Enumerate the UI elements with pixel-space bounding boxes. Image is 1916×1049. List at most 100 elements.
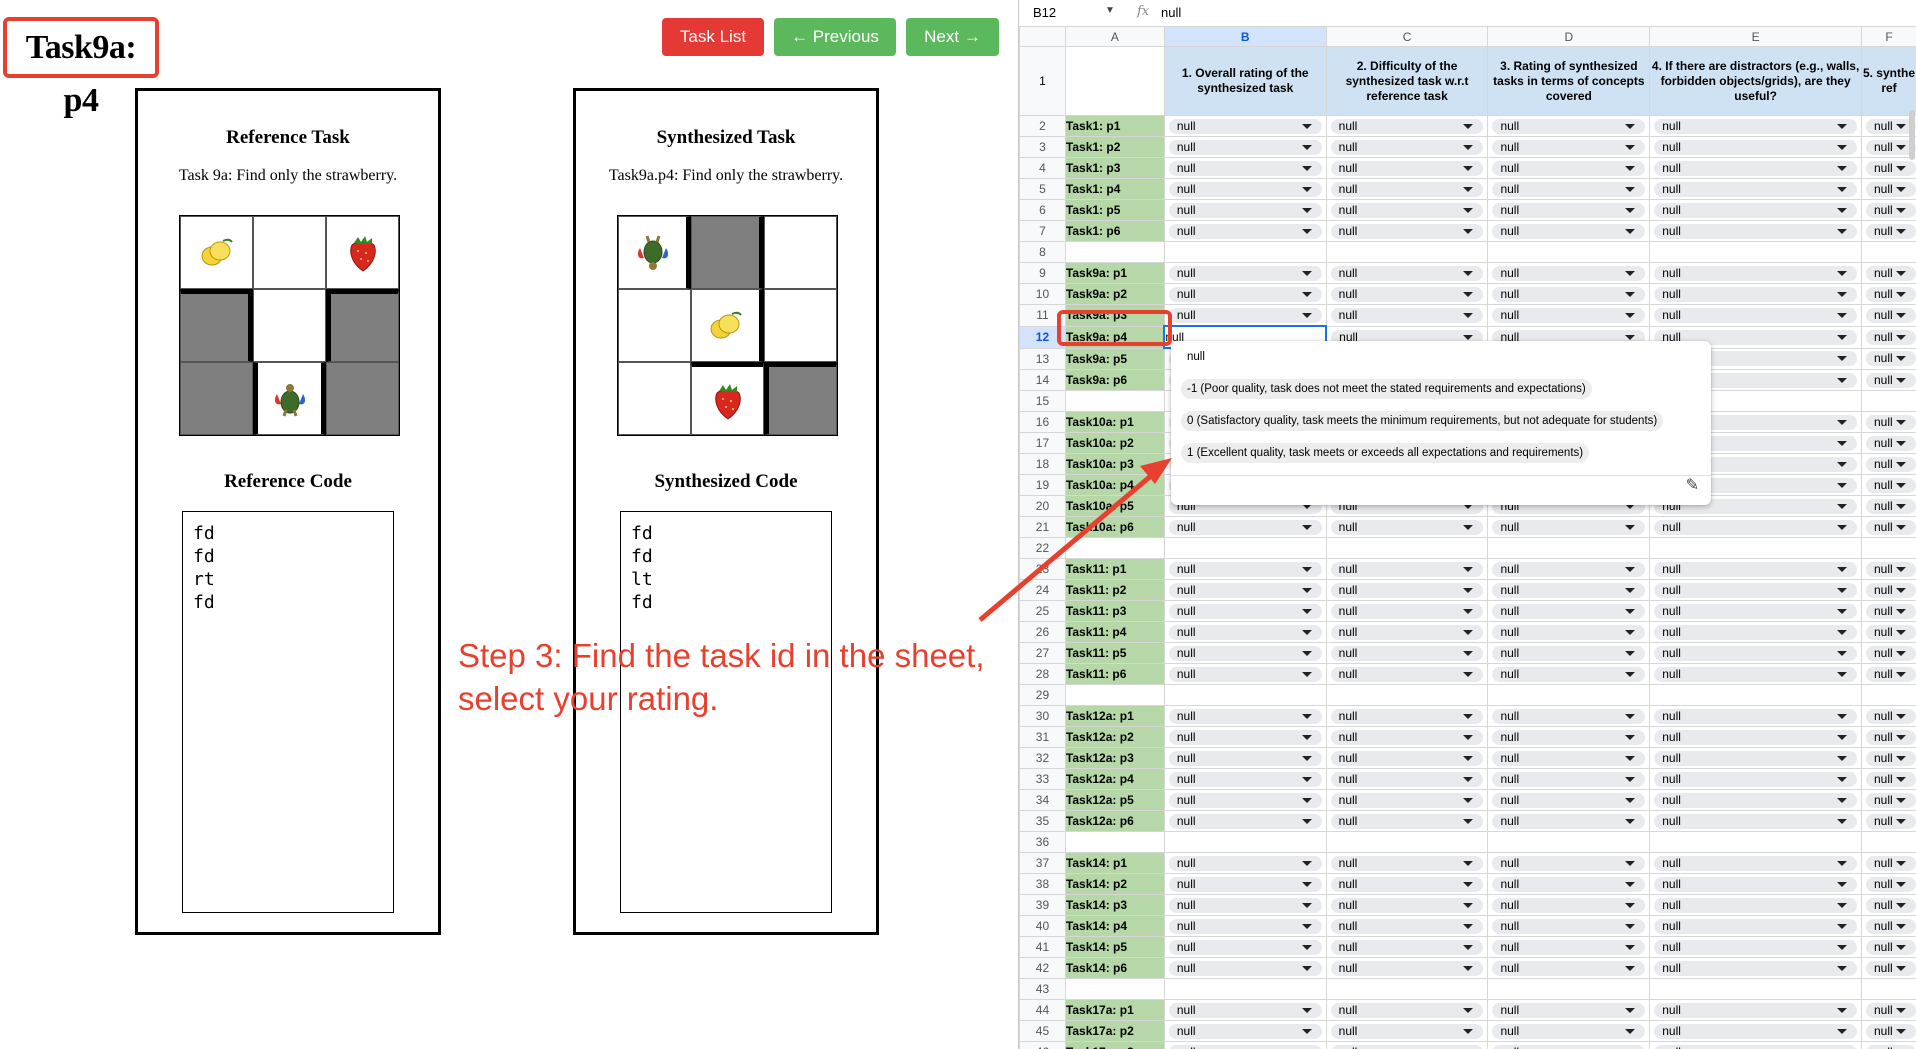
rating-cell[interactable]: null — [1163, 873, 1327, 895]
rating-cell[interactable]: null — [1325, 516, 1489, 538]
rating-cell[interactable]: null — [1860, 453, 1916, 475]
rating-cell[interactable]: null — [1649, 115, 1862, 137]
rating-cell[interactable]: null — [1860, 558, 1916, 580]
rating-chip[interactable]: null — [1168, 561, 1322, 577]
rating-cell[interactable]: null — [1649, 304, 1862, 327]
rating-chip[interactable]: null — [1654, 897, 1857, 913]
rating-cell[interactable]: null — [1860, 325, 1916, 349]
rating-cell[interactable]: null — [1649, 873, 1862, 895]
rating-cell[interactable]: null — [1649, 558, 1862, 580]
rating-chip[interactable]: null — [1654, 750, 1857, 766]
rating-cell[interactable]: null — [1487, 220, 1651, 242]
row-header[interactable]: 10 — [1019, 283, 1066, 305]
row-header[interactable]: 17 — [1019, 432, 1066, 454]
rating-chip[interactable]: null — [1168, 729, 1322, 745]
empty-cell[interactable] — [1064, 831, 1165, 853]
rating-chip[interactable]: null — [1168, 645, 1322, 661]
rating-cell[interactable]: null — [1860, 579, 1916, 601]
rating-cell[interactable]: null — [1487, 600, 1651, 622]
empty-cell[interactable] — [1325, 684, 1489, 706]
task-id-cell[interactable]: Task10a: p1 — [1064, 411, 1165, 433]
rating-chip[interactable]: null — [1654, 645, 1857, 661]
rating-chip[interactable]: null — [1492, 897, 1646, 913]
rating-cell[interactable]: null — [1487, 768, 1651, 790]
rating-chip[interactable]: null — [1168, 181, 1322, 197]
dropdown-option-null[interactable]: null — [1181, 347, 1211, 367]
rating-chip[interactable]: null — [1654, 139, 1857, 155]
rating-cell[interactable]: null — [1487, 262, 1651, 284]
rating-chip[interactable]: null — [1865, 645, 1916, 661]
rating-cell[interactable]: null — [1163, 600, 1327, 622]
rating-cell[interactable]: null — [1649, 642, 1862, 664]
rating-cell[interactable]: null — [1487, 915, 1651, 937]
row-header[interactable]: 32 — [1019, 747, 1066, 769]
rating-cell[interactable]: null — [1163, 810, 1327, 832]
task-id-cell[interactable]: Task11: p5 — [1064, 642, 1165, 664]
rating-chip[interactable]: null — [1865, 855, 1916, 871]
row-header[interactable]: 2 — [1019, 115, 1066, 137]
task-id-cell[interactable]: Task12a: p6 — [1064, 810, 1165, 832]
rating-chip[interactable]: null — [1168, 750, 1322, 766]
rating-cell[interactable]: null — [1860, 115, 1916, 137]
rating-chip[interactable]: null — [1168, 118, 1322, 134]
rating-chip[interactable]: null — [1168, 1023, 1322, 1039]
task-id-cell[interactable]: Task11: p4 — [1064, 621, 1165, 643]
rating-cell[interactable]: null — [1649, 894, 1862, 916]
rating-chip[interactable]: null — [1168, 160, 1322, 176]
rating-cell[interactable]: null — [1860, 136, 1916, 158]
rating-cell[interactable]: null — [1860, 663, 1916, 685]
row-header[interactable]: 15 — [1019, 390, 1066, 412]
task-id-cell[interactable]: Task1: p5 — [1064, 199, 1165, 221]
rating-chip[interactable]: null — [1865, 435, 1916, 451]
rating-chip[interactable]: null — [1168, 307, 1322, 323]
rating-chip[interactable]: null — [1330, 1023, 1484, 1039]
task-id-cell[interactable]: Task10a: p2 — [1064, 432, 1165, 454]
rating-cell[interactable]: null — [1163, 199, 1327, 221]
rating-cell[interactable]: null — [1325, 936, 1489, 958]
rating-cell[interactable]: null — [1860, 726, 1916, 748]
task-id-cell[interactable]: Task1: p3 — [1064, 157, 1165, 179]
rating-cell[interactable]: null — [1487, 873, 1651, 895]
row-header[interactable]: 1 — [1019, 46, 1066, 116]
rating-cell[interactable]: null — [1649, 705, 1862, 727]
rating-cell[interactable]: null — [1860, 894, 1916, 916]
empty-cell[interactable] — [1487, 537, 1651, 559]
rating-chip[interactable]: null — [1865, 181, 1916, 197]
rating-chip[interactable]: null — [1330, 771, 1484, 787]
dropdown-option-satisfactory[interactable]: 0 (Satisfactory quality, task meets the … — [1181, 411, 1664, 431]
rating-cell[interactable]: null — [1860, 347, 1916, 370]
rating-cell[interactable]: null — [1325, 136, 1489, 158]
rating-chip[interactable]: null — [1865, 939, 1916, 955]
rating-chip[interactable]: null — [1330, 519, 1484, 535]
rating-chip[interactable]: null — [1865, 960, 1916, 976]
rating-cell[interactable]: null — [1649, 579, 1862, 601]
row-header[interactable]: 45 — [1019, 1020, 1066, 1042]
column-title-cell[interactable]: 3. Rating of synthesized tasks in terms … — [1487, 46, 1651, 116]
rating-cell[interactable]: null — [1487, 957, 1651, 979]
rating-chip[interactable]: null — [1654, 603, 1857, 619]
rating-cell[interactable]: null — [1860, 411, 1916, 433]
rating-cell[interactable]: null — [1860, 304, 1916, 327]
rating-cell[interactable]: null — [1487, 747, 1651, 769]
rating-chip[interactable]: null — [1654, 1044, 1857, 1049]
rating-cell[interactable]: null — [1325, 157, 1489, 179]
task-id-cell[interactable]: Task17a: p2 — [1064, 1020, 1165, 1042]
row-header[interactable]: 44 — [1019, 999, 1066, 1021]
rating-cell[interactable]: null — [1163, 789, 1327, 811]
rating-chip[interactable]: null — [1168, 265, 1322, 281]
rating-cell[interactable]: null — [1487, 558, 1651, 580]
rating-chip[interactable]: null — [1330, 265, 1484, 281]
empty-cell[interactable] — [1860, 684, 1916, 706]
column-header-d[interactable]: D — [1487, 26, 1651, 47]
rating-chip[interactable]: null — [1492, 265, 1646, 281]
rating-chip[interactable]: null — [1168, 603, 1322, 619]
rating-cell[interactable]: null — [1860, 262, 1916, 284]
empty-cell[interactable] — [1064, 241, 1165, 263]
rating-chip[interactable]: null — [1168, 666, 1322, 682]
rating-chip[interactable]: null — [1865, 792, 1916, 808]
column-title-cell[interactable] — [1064, 46, 1165, 116]
task-id-cell[interactable]: Task14: p6 — [1064, 957, 1165, 979]
rating-cell[interactable]: null — [1325, 747, 1489, 769]
rating-chip[interactable]: null — [1654, 876, 1857, 892]
rating-chip[interactable]: null — [1168, 897, 1322, 913]
